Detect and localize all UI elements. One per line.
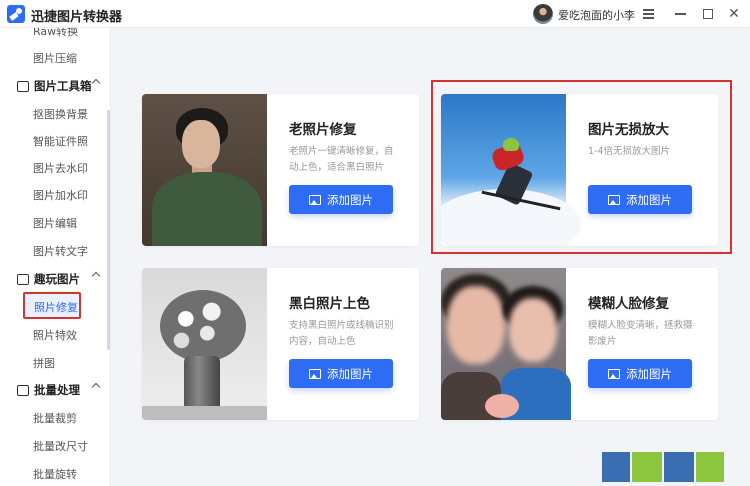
sidebar-item-remove-watermark[interactable]: 图片去水印 [33,160,88,176]
sidebar-item-add-watermark[interactable]: 图片加水印 [33,187,88,203]
sidebar-item-image-compress[interactable]: 图片压缩 [33,50,77,66]
sidebar-group-toolbox[interactable]: 图片工具箱 [17,78,101,94]
sidebar-item-image-to-text[interactable]: 图片转文字 [33,243,88,259]
card-lossless-upscale: 图片无损放大 1-4倍无损放大图片 添加图片 [441,94,718,246]
image-icon [608,194,620,205]
image-icon [309,368,321,379]
button-label: 添加图片 [626,192,672,207]
maximize-icon[interactable] [698,4,718,24]
app-logo-icon [7,5,25,23]
skier-thumbnail [441,94,581,246]
app-title: 迅捷图片转换器 [31,10,123,25]
button-label: 添加图片 [626,366,672,381]
sidebar-item-collage[interactable]: 拼图 [33,355,55,371]
add-image-button[interactable]: 添加图片 [588,359,692,388]
image-icon [17,273,29,285]
chevron-up-icon [91,271,101,281]
card-description: 模糊人脸变清晰，拯救摄影废片 [588,320,693,347]
sidebar-item-raw-convert[interactable]: Raw转换 [33,28,78,39]
card-description: 老照片一键清晰修复，自动上色，适合黑白照片 [289,146,394,173]
sidebar-group-fun[interactable]: 趣玩图片 [17,271,101,287]
sidebar-item-id-photo[interactable]: 智能证件照 [33,133,88,149]
sidebar-group-batch[interactable]: 批量处理 [17,382,101,398]
card-description: 1-4倍无损放大图片 [588,146,671,157]
flowers-thumbnail [142,268,267,420]
minimize-icon[interactable] [670,4,690,24]
chevron-up-icon [91,78,101,88]
card-title: 黑白照片上色 [289,296,370,312]
image-icon [608,368,620,379]
add-image-button[interactable]: 添加图片 [588,185,692,214]
sidebar-item-photo-repair[interactable]: 照片修复 [23,292,81,319]
sidebar-item-label: 照片修复 [34,301,78,314]
chevron-up-icon [91,382,101,392]
add-image-button[interactable]: 添加图片 [289,185,393,214]
sidebar: Raw转换 图片压缩 图片工具箱 抠图换背景 智能证件照 图片去水印 图片加水印… [0,28,111,486]
sidebar-item-image-edit[interactable]: 图片编辑 [33,215,77,231]
toolbox-icon [17,80,29,92]
card-title: 模糊人脸修复 [588,296,669,312]
card-old-photo-repair: 老照片修复 老照片一键清晰修复，自动上色，适合黑白照片 添加图片 [142,94,419,246]
sidebar-item-cutout[interactable]: 抠图换背景 [33,106,88,122]
batch-icon [17,384,29,396]
sidebar-item-batch-rotate[interactable]: 批量旋转 [33,466,77,482]
close-icon[interactable]: ✕ [724,4,744,24]
card-title: 老照片修复 [289,122,357,138]
button-label: 添加图片 [327,192,373,207]
image-icon [309,194,321,205]
sidebar-scrollbar[interactable] [107,110,110,350]
blurry-faces-thumbnail [441,268,571,420]
sidebar-item-batch-crop[interactable]: 批量裁剪 [33,410,77,426]
watermark-logo [602,452,742,482]
sidebar-item-photo-effects[interactable]: 照片特效 [33,327,77,343]
button-label: 添加图片 [327,366,373,381]
card-description: 支持黑白照片或线稿识别内容，自动上色 [289,320,394,347]
sidebar-group-label: 图片工具箱 [34,79,92,93]
user-name[interactable]: 爱吃泡面的小李 [558,7,635,23]
sidebar-item-batch-resize[interactable]: 批量改尺寸 [33,438,88,454]
card-face-repair: 模糊人脸修复 模糊人脸变清晰，拯救摄影废片 添加图片 [441,268,718,420]
user-avatar[interactable] [533,4,553,24]
menu-icon[interactable] [638,4,658,24]
title-bar: 迅捷图片转换器 爱吃泡面的小李 ✕ [0,0,750,28]
card-title: 图片无损放大 [588,122,669,138]
old-photo-thumbnail [142,94,267,246]
add-image-button[interactable]: 添加图片 [289,359,393,388]
card-colorize: 黑白照片上色 支持黑白照片或线稿识别内容，自动上色 添加图片 [142,268,419,420]
sidebar-group-label: 批量处理 [34,383,80,397]
sidebar-group-label: 趣玩图片 [34,272,80,286]
